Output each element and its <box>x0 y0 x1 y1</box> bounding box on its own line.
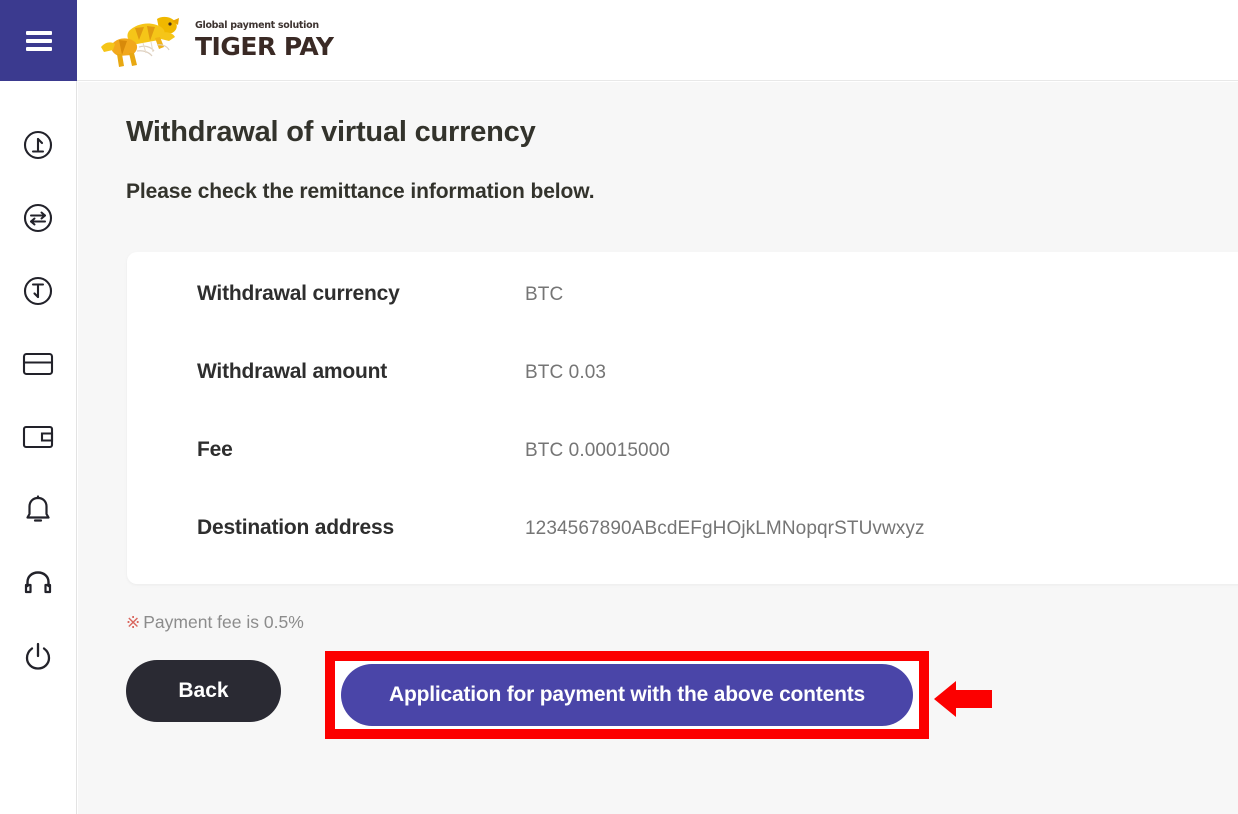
app-root: Global payment solution TIGER PAY Withdr… <box>0 0 1238 814</box>
sidebar-item-wallet[interactable] <box>16 415 60 459</box>
row-value-withdrawal-amount: BTC 0.03 <box>525 362 607 383</box>
exchange-arrows-circle-icon <box>23 203 53 233</box>
credit-card-icon <box>22 352 54 376</box>
sidebar-item-deposit[interactable] <box>16 123 60 167</box>
submit-payment-application-button[interactable]: Application for payment with the above c… <box>341 664 913 726</box>
reference-mark-icon: ※ <box>126 612 141 632</box>
table-row: Withdrawal currency BTC <box>127 282 1238 360</box>
annotation-highlight-box: Application for payment with the above c… <box>325 651 929 739</box>
page-subtitle: Please check the remittance information … <box>126 180 595 203</box>
table-row: Destination address 1234567890ABcdEFgHOj… <box>127 516 1238 594</box>
row-label-destination-address: Destination address <box>197 516 394 539</box>
row-value-fee: BTC 0.00015000 <box>525 440 671 461</box>
tiger-logo-icon <box>101 16 179 67</box>
sidebar-item-notifications[interactable] <box>16 488 60 532</box>
logo-area[interactable]: Global payment solution TIGER PAY <box>77 0 334 80</box>
row-value-destination-address: 1234567890ABcdEFgHOjkLMNopqrSTUvwxyz <box>525 518 925 539</box>
sidebar-item-withdrawal[interactable] <box>16 269 60 313</box>
row-label-withdrawal-currency: Withdrawal currency <box>197 282 400 305</box>
table-row: Fee BTC 0.00015000 <box>127 438 1238 516</box>
left-sidebar <box>0 81 77 814</box>
sidebar-item-card[interactable] <box>16 342 60 386</box>
row-label-withdrawal-amount: Withdrawal amount <box>197 360 388 383</box>
hamburger-menu-icon <box>25 30 52 51</box>
sidebar-item-support[interactable] <box>16 561 60 605</box>
table-row: Withdrawal amount BTC 0.03 <box>127 360 1238 438</box>
action-buttons: Back Application for payment with the ab… <box>126 651 992 739</box>
logo-text-block: Global payment solution TIGER PAY <box>195 21 334 59</box>
left-pointing-arrow-icon <box>934 681 992 717</box>
back-button[interactable]: Back <box>126 660 281 722</box>
payment-fee-note: ※ Payment fee is 0.5% <box>126 612 304 633</box>
logo-tagline: Global payment solution <box>195 20 319 32</box>
withdrawal-arrow-down-circle-icon <box>23 276 53 306</box>
bell-icon <box>26 495 50 522</box>
top-header: Global payment solution TIGER PAY <box>0 0 1238 81</box>
logo-name: TIGER PAY <box>195 31 334 61</box>
headset-icon <box>24 571 52 594</box>
deposit-arrow-up-circle-icon <box>23 130 53 160</box>
sidebar-item-logout[interactable] <box>16 634 60 678</box>
hamburger-menu-button[interactable] <box>0 0 77 81</box>
power-icon <box>25 642 51 670</box>
payment-fee-note-text: Payment fee is 0.5% <box>143 612 304 632</box>
page-title: Withdrawal of virtual currency <box>126 116 536 148</box>
sidebar-item-exchange[interactable] <box>16 196 60 240</box>
row-value-withdrawal-currency: BTC <box>525 284 564 305</box>
tigerpay-logo: Global payment solution TIGER PAY <box>99 9 334 71</box>
wallet-icon <box>22 425 54 449</box>
remittance-details-card: Withdrawal currency BTC Withdrawal amoun… <box>127 252 1238 584</box>
row-label-fee: Fee <box>197 438 233 461</box>
main-content: Withdrawal of virtual currency Please ch… <box>78 82 1238 814</box>
